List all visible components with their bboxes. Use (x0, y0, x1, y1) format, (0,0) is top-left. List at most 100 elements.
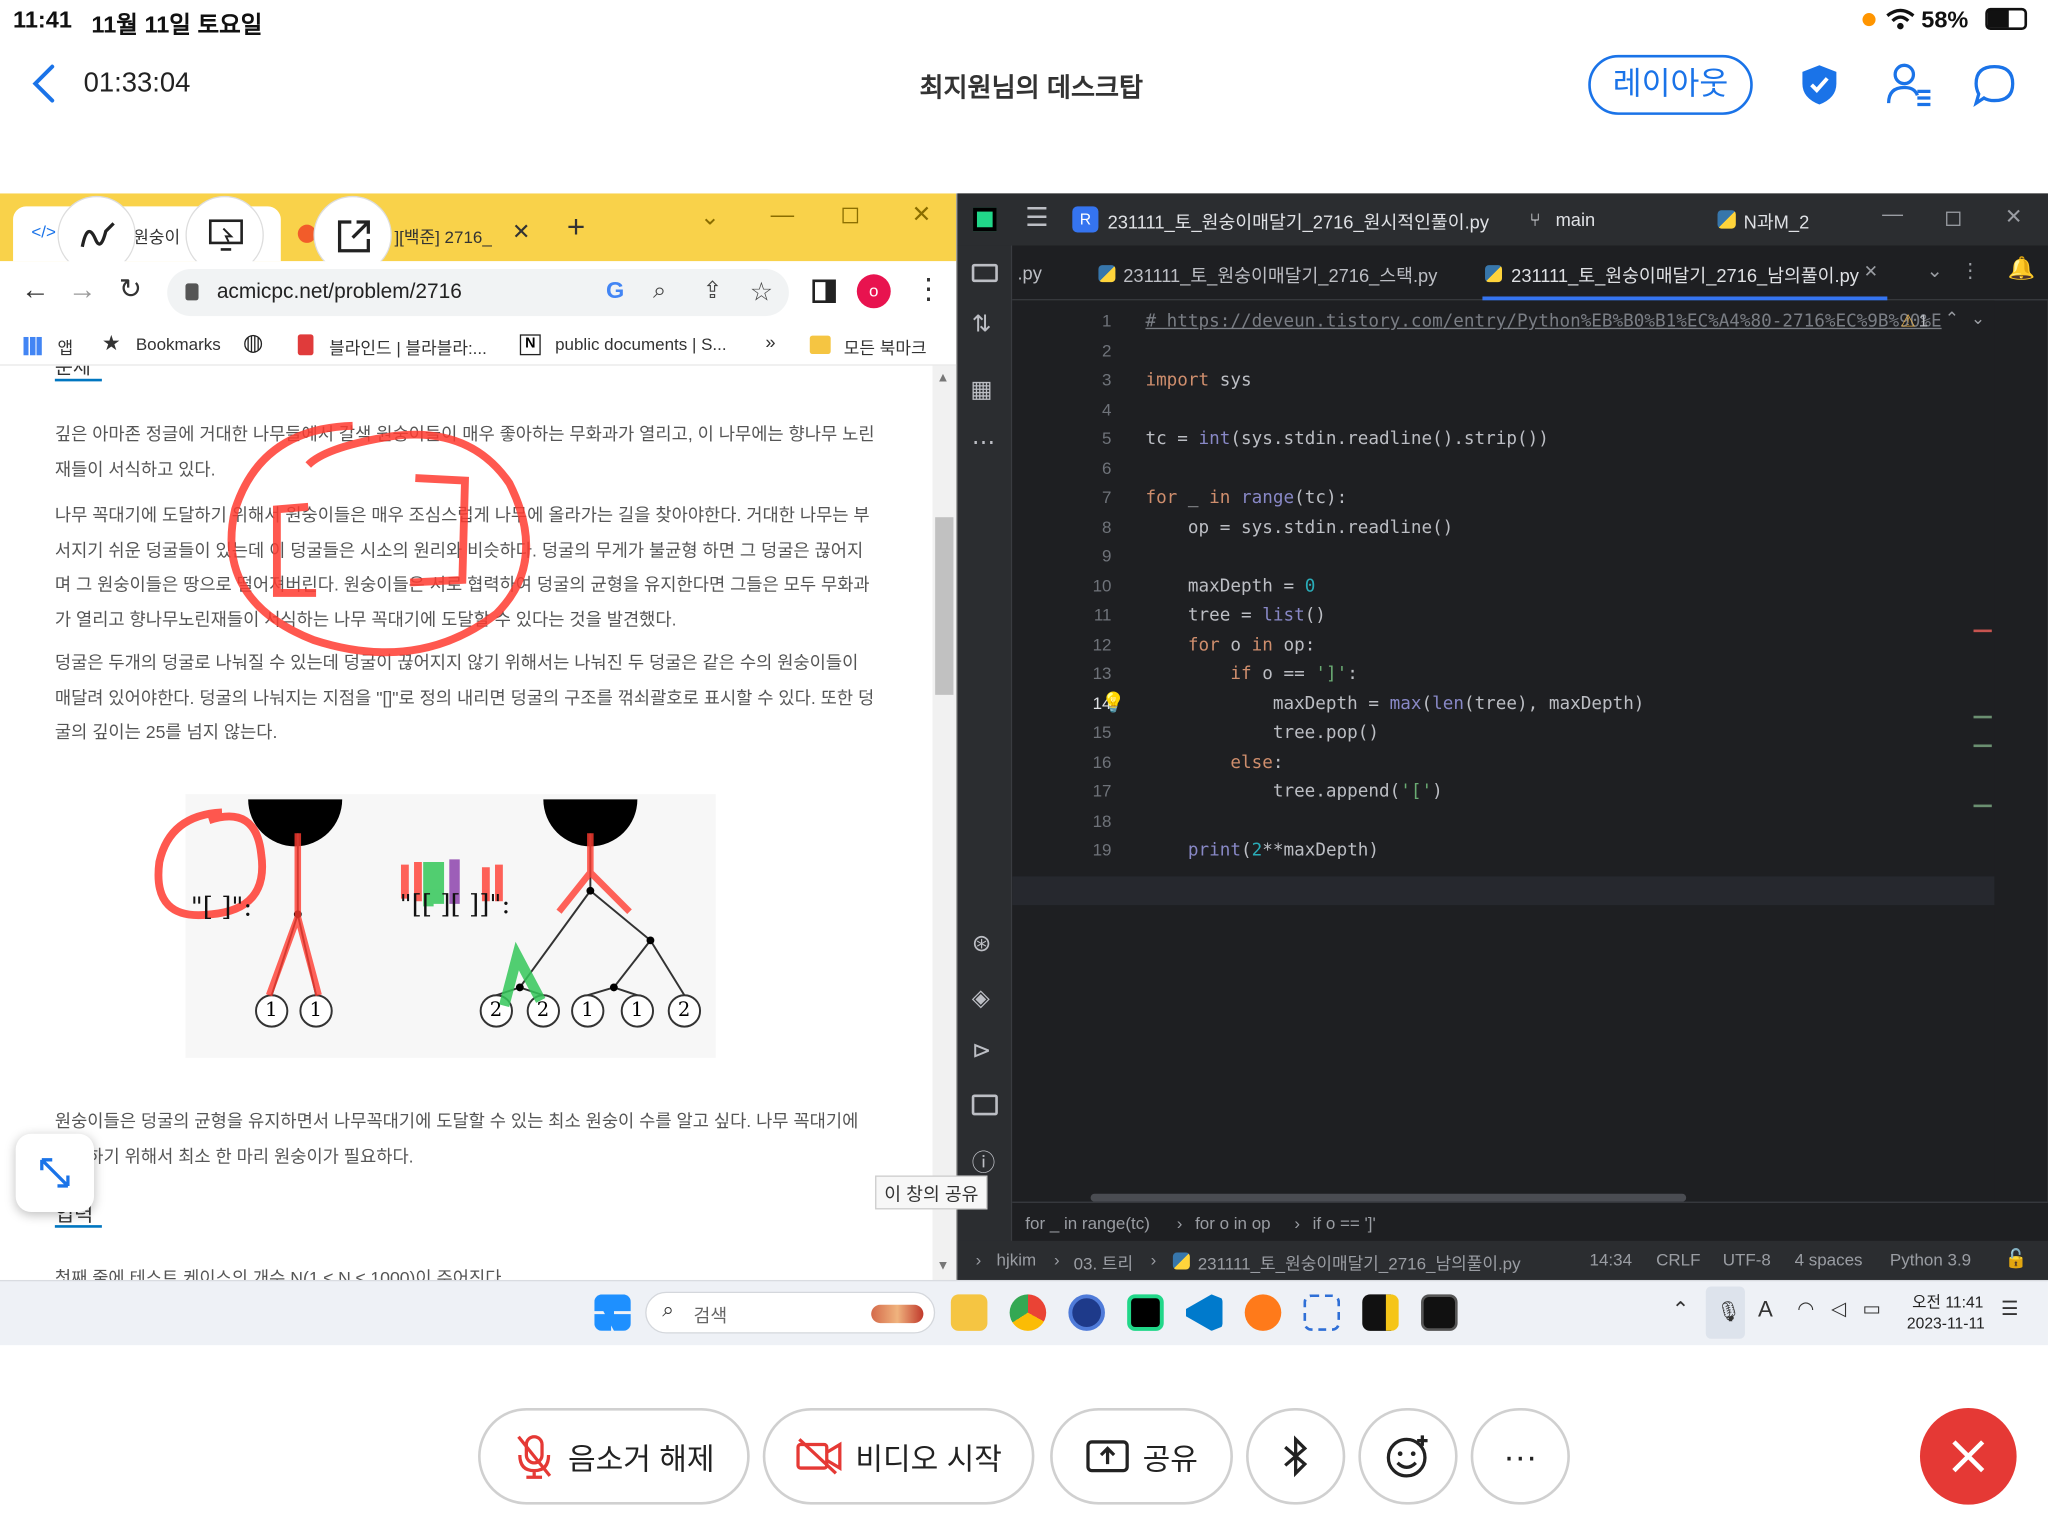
breadcrumb-item[interactable]: if o == ']' (1313, 1213, 1376, 1233)
taskbar-date[interactable]: 2023-11-11 (1907, 1314, 1985, 1332)
notification-center-icon[interactable]: ☰ (2001, 1297, 2019, 1320)
breadcrumb-item[interactable]: for _ in range(tc) (1025, 1213, 1150, 1233)
services-icon[interactable]: ⊳ (972, 1037, 992, 1064)
editor-tab[interactable]: 231111_토_원숭이매달기_2716_스택.py (1123, 263, 1437, 289)
start-video-button[interactable]: 비디오 시작 (762, 1407, 1035, 1505)
lock-file-icon[interactable]: 🔓 (2005, 1247, 2028, 1269)
warning-icon[interactable]: ⚠ (1900, 311, 1915, 332)
layers-icon[interactable]: ◈ (972, 985, 990, 1012)
reactions-button[interactable] (1358, 1407, 1458, 1505)
pycharm-taskbar-icon[interactable] (1127, 1294, 1164, 1331)
code-line-14[interactable]: maxDepth = max(len(tree), maxDepth) (1145, 694, 1645, 715)
problems-icon[interactable]: ⓘ (972, 1144, 996, 1178)
taskbar-search[interactable]: ⌕ 검색 (645, 1291, 936, 1334)
battery-tray-icon[interactable]: ▭ (1862, 1297, 1881, 1320)
bluetooth-button[interactable] (1246, 1407, 1346, 1505)
cursor-position[interactable]: 14:34 (1590, 1250, 1633, 1270)
forward-arrow-icon[interactable]: → (68, 273, 97, 307)
minimize-icon[interactable]: — (1882, 204, 1903, 228)
lightbulb-icon[interactable]: 💡 (1101, 691, 1125, 714)
run-config-selector[interactable]: N과M_2 (1744, 209, 1810, 235)
snipping-tool-icon[interactable] (1303, 1294, 1341, 1331)
unmute-button[interactable]: 음소거 해제 (478, 1407, 750, 1505)
tab-search-chevron-icon[interactable]: ⌄ (700, 204, 720, 231)
code-line-1[interactable]: # https://deveun.tistory.com/entry/Pytho… (1145, 311, 1941, 332)
gutter-change-marker[interactable] (1973, 715, 1992, 719)
tab-close-icon[interactable]: ✕ (512, 219, 531, 245)
share-button[interactable]: 공유 (1050, 1407, 1233, 1505)
status-path-item[interactable]: hjkim (997, 1250, 1037, 1270)
taskbar-search-placeholder[interactable]: 검색 (694, 1302, 728, 1328)
terminal-icon[interactable] (971, 1094, 998, 1116)
tab-close-icon[interactable]: ✕ (1864, 261, 1878, 282)
tray-overflow-icon[interactable]: ⌃ (1672, 1297, 1690, 1323)
bookmark-apps[interactable]: 앱 (57, 334, 73, 359)
windows-start-icon[interactable] (594, 1294, 631, 1331)
minimize-icon[interactable]: — (771, 201, 795, 228)
horizontal-scrollbar[interactable] (1090, 1193, 1687, 1202)
prev-highlight-icon[interactable]: ⌃ (1945, 308, 1959, 329)
python-console-icon[interactable]: ⊛ (972, 930, 992, 957)
back-arrow-icon[interactable]: ← (21, 273, 50, 307)
code-line-16[interactable]: else: (1145, 752, 1283, 773)
bookmark-star-icon[interactable]: ☆ (750, 276, 773, 309)
page-scrollbar[interactable]: ▲ ▼ (932, 365, 957, 1280)
scroll-down-icon[interactable]: ▼ (936, 1259, 949, 1273)
project-file-selector[interactable]: 231111_토_원숭이매달기_2716_원시적인풀이.py (1108, 209, 1489, 235)
line-separator[interactable]: CRLF (1656, 1250, 1700, 1270)
address-bar[interactable]: acmicpc.net/problem/2716 G ⌕ ⇪ ☆ (167, 269, 789, 317)
expand-view-button[interactable] (15, 1133, 95, 1213)
participants-icon[interactable] (1886, 60, 1933, 107)
bookmark-blind[interactable]: 블라인드 | 블라블라:... (329, 334, 487, 359)
maximize-icon[interactable] (842, 207, 859, 224)
code-line-19[interactable]: print(2**maxDepth) (1145, 840, 1379, 861)
code-line-17[interactable]: tree.append('[') (1145, 781, 1443, 802)
sticky-notes-icon[interactable] (1362, 1294, 1399, 1331)
reload-icon[interactable]: ↻ (119, 273, 142, 306)
hamburger-menu-icon[interactable]: ☰ (1025, 201, 1048, 234)
scrollbar-thumb[interactable] (935, 517, 954, 695)
google-translate-icon[interactable]: G (606, 277, 624, 304)
status-path-item[interactable]: 03. 트리 (1074, 1250, 1134, 1275)
editor-tab[interactable]: .py (1017, 263, 1041, 284)
project-folder-icon[interactable] (971, 263, 998, 283)
editor-tab-active[interactable]: 231111_토_원숭이매달기_2716_남의풀이.py (1511, 263, 1859, 289)
gutter-change-marker[interactable] (1973, 804, 1992, 808)
git-branch-selector[interactable]: main (1556, 209, 1596, 230)
code-line-8[interactable]: op = sys.stdin.readline() (1145, 517, 1453, 538)
indent-setting[interactable]: 4 spaces (1795, 1250, 1863, 1270)
tabs-dropdown-icon[interactable]: ⌄ (1926, 259, 1942, 282)
bookmark-all[interactable]: 모든 북마크 (844, 334, 927, 359)
structure-icon[interactable]: ▦ (970, 376, 992, 403)
code-line-10[interactable]: maxDepth = 0 (1145, 576, 1315, 597)
code-line-12[interactable]: for o in op: (1145, 635, 1315, 656)
tabs-more-icon[interactable]: ⋮ (1960, 259, 1980, 282)
obs-icon[interactable] (1068, 1294, 1105, 1331)
next-highlight-icon[interactable]: ⌄ (1971, 308, 1985, 329)
url-text[interactable]: acmicpc.net/problem/2716 (217, 281, 462, 305)
breadcrumb-item[interactable]: for o in op (1195, 1213, 1271, 1233)
bookmarks-overflow[interactable]: » (765, 332, 775, 353)
side-panel-icon[interactable] (812, 279, 836, 304)
bookmark-folder[interactable]: Bookmarks (136, 334, 221, 354)
chat-icon[interactable] (1972, 63, 2016, 108)
shield-icon[interactable] (1800, 63, 1839, 107)
code-line-7[interactable]: for _ in range(tc): (1145, 487, 1347, 508)
vscode-icon[interactable] (1185, 1294, 1223, 1331)
interpreter[interactable]: Python 3.9 (1890, 1250, 1971, 1270)
notifications-bell-icon[interactable]: 🔔 (2007, 256, 2035, 282)
end-meeting-button[interactable] (1919, 1407, 2017, 1505)
profile-avatar-icon[interactable]: o (856, 274, 891, 309)
zoom-icon[interactable]: ⌕ (653, 277, 666, 304)
bookmark-notion[interactable]: public documents | S... (555, 334, 726, 354)
code-line-3[interactable]: import sys (1145, 370, 1251, 391)
mic-muted-tray-icon[interactable]: 🎙 (1705, 1286, 1745, 1339)
code-line-15[interactable]: tree.pop() (1145, 722, 1379, 743)
back-chevron-icon[interactable] (29, 63, 58, 105)
postman-icon[interactable] (1244, 1294, 1282, 1331)
volume-icon[interactable]: ◁ (1831, 1297, 1846, 1320)
chrome-menu-icon[interactable]: ⋮ (914, 272, 943, 306)
taskbar-clock[interactable]: 오전 11:41 (1912, 1290, 1983, 1312)
close-window-icon[interactable]: ✕ (912, 201, 932, 228)
chrome-icon[interactable] (1009, 1294, 1047, 1331)
